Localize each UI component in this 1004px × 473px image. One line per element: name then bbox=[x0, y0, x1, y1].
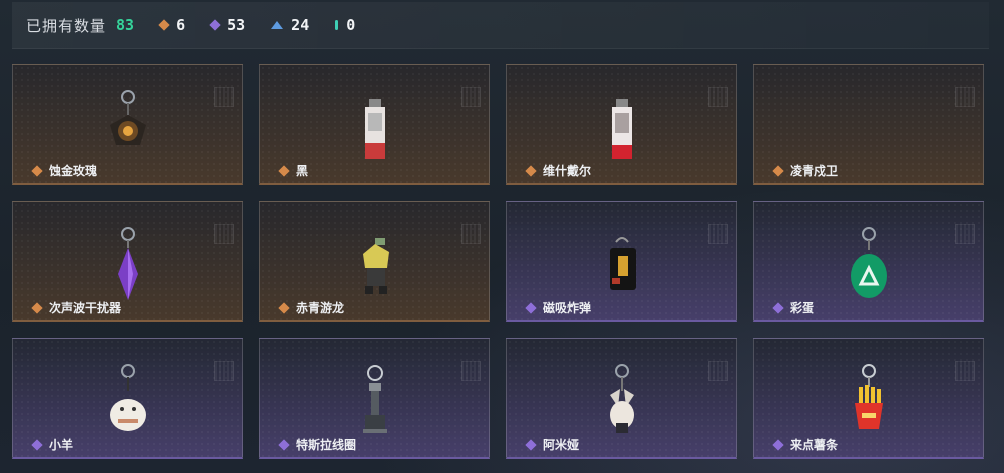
stat-teal: 0 bbox=[335, 16, 355, 34]
owned-count: 83 bbox=[116, 16, 135, 34]
orange-diamond-icon bbox=[772, 164, 784, 177]
orange-diamond-icon bbox=[278, 164, 290, 177]
purple-diamond-icon bbox=[31, 438, 43, 451]
card-pattern bbox=[708, 87, 728, 107]
stat-orange: 6 bbox=[158, 16, 186, 34]
charm-label: 维什戴尔 bbox=[525, 162, 592, 179]
charm-name: 蚀金玫瑰 bbox=[49, 164, 98, 178]
charm-card[interactable]: 黑 bbox=[259, 64, 490, 185]
stat-purple: 53 bbox=[209, 16, 246, 34]
charm-label: 凌青戍卫 bbox=[772, 162, 839, 179]
charm-name: 次声波干扰器 bbox=[49, 301, 122, 315]
charm-card[interactable]: 磁吸炸弹 bbox=[506, 201, 737, 322]
charm-card[interactable]: 阿米娅 bbox=[506, 338, 737, 459]
purple-crystal-charm-icon bbox=[117, 227, 138, 300]
blue-triangle-icon bbox=[271, 21, 284, 29]
charm-name: 小羊 bbox=[49, 438, 74, 452]
card-tag-charm-icon bbox=[364, 99, 385, 159]
orange-diamond-icon bbox=[158, 19, 170, 31]
card-pattern bbox=[708, 361, 728, 381]
card-pattern bbox=[214, 361, 234, 381]
charm-name: 来点薯条 bbox=[790, 438, 839, 452]
purple-diamond-icon bbox=[209, 19, 221, 31]
charm-label: 来点薯条 bbox=[772, 436, 839, 453]
charm-label: 黑 bbox=[278, 162, 309, 179]
card-pattern bbox=[461, 361, 481, 381]
charm-card[interactable]: 来点薯条 bbox=[753, 338, 984, 459]
gold-rose-charm-icon bbox=[109, 90, 146, 145]
charm-grid: 蚀金玫瑰 黑 维什戴尔 凌青戍卫 次声波干扰器 赤青游龙 磁吸炸弹 彩蛋 小羊 … bbox=[12, 64, 984, 459]
card-pattern bbox=[955, 361, 975, 381]
teal-bar-icon bbox=[335, 20, 339, 30]
stat-blue-value: 24 bbox=[291, 16, 310, 34]
charm-label: 蚀金玫瑰 bbox=[31, 162, 98, 179]
dragon-figure-charm-icon bbox=[362, 238, 389, 294]
charm-card[interactable]: 赤青游龙 bbox=[259, 201, 490, 322]
collection-header: 已拥有数量 83 6 53 24 0 bbox=[12, 2, 989, 49]
owned-title: 已拥有数量 bbox=[26, 16, 107, 35]
charm-card[interactable]: 次声波干扰器 bbox=[12, 201, 243, 322]
charm-name: 彩蛋 bbox=[790, 301, 815, 315]
charm-label: 次声波干扰器 bbox=[31, 299, 122, 316]
purple-diamond-icon bbox=[525, 438, 537, 451]
stat-purple-value: 53 bbox=[227, 16, 246, 34]
stat-blue: 24 bbox=[271, 16, 309, 34]
purple-diamond-icon bbox=[278, 438, 290, 451]
amiya-figure-charm-icon bbox=[609, 364, 634, 433]
charm-name: 特斯拉线圈 bbox=[296, 438, 357, 452]
fries-charm-icon bbox=[854, 364, 883, 429]
charm-name: 维什戴尔 bbox=[543, 164, 592, 178]
purple-diamond-icon bbox=[525, 301, 537, 314]
charm-name: 阿米娅 bbox=[543, 438, 580, 452]
charm-name: 磁吸炸弹 bbox=[543, 301, 592, 315]
charm-label: 磁吸炸弹 bbox=[525, 299, 592, 316]
orange-diamond-icon bbox=[31, 301, 43, 314]
charm-card[interactable]: 小羊 bbox=[12, 338, 243, 459]
card-pattern bbox=[214, 87, 234, 107]
orange-diamond-icon bbox=[278, 301, 290, 314]
green-egg-charm-icon bbox=[850, 227, 887, 298]
orange-diamond-icon bbox=[525, 164, 537, 177]
charm-label: 特斯拉线圈 bbox=[278, 436, 357, 453]
card-pattern bbox=[214, 224, 234, 244]
card-pattern bbox=[955, 224, 975, 244]
charm-card[interactable]: 蚀金玫瑰 bbox=[12, 64, 243, 185]
lamb-charm-icon bbox=[109, 364, 146, 431]
orange-diamond-icon bbox=[31, 164, 43, 177]
card-tag-charm-icon bbox=[611, 99, 632, 159]
bomb-charm-icon bbox=[609, 237, 636, 290]
charm-name: 赤青游龙 bbox=[296, 301, 345, 315]
card-pattern bbox=[461, 224, 481, 244]
charm-card[interactable]: 特斯拉线圈 bbox=[259, 338, 490, 459]
charm-label: 阿米娅 bbox=[525, 436, 580, 453]
card-pattern bbox=[955, 87, 975, 107]
purple-diamond-icon bbox=[772, 438, 784, 451]
charm-card[interactable]: 凌青戍卫 bbox=[753, 64, 984, 185]
stat-orange-value: 6 bbox=[176, 16, 186, 34]
charm-card[interactable]: 彩蛋 bbox=[753, 201, 984, 322]
card-pattern bbox=[461, 87, 481, 107]
purple-diamond-icon bbox=[772, 301, 784, 314]
charm-name: 黑 bbox=[296, 164, 309, 178]
charm-card[interactable]: 维什戴尔 bbox=[506, 64, 737, 185]
charm-name: 凌青戍卫 bbox=[790, 164, 839, 178]
charm-label: 小羊 bbox=[31, 436, 74, 453]
charm-label: 赤青游龙 bbox=[278, 299, 345, 316]
stat-teal-value: 0 bbox=[346, 16, 356, 34]
card-pattern bbox=[708, 224, 728, 244]
tesla-coil-charm-icon bbox=[362, 365, 387, 433]
charm-label: 彩蛋 bbox=[772, 299, 815, 316]
